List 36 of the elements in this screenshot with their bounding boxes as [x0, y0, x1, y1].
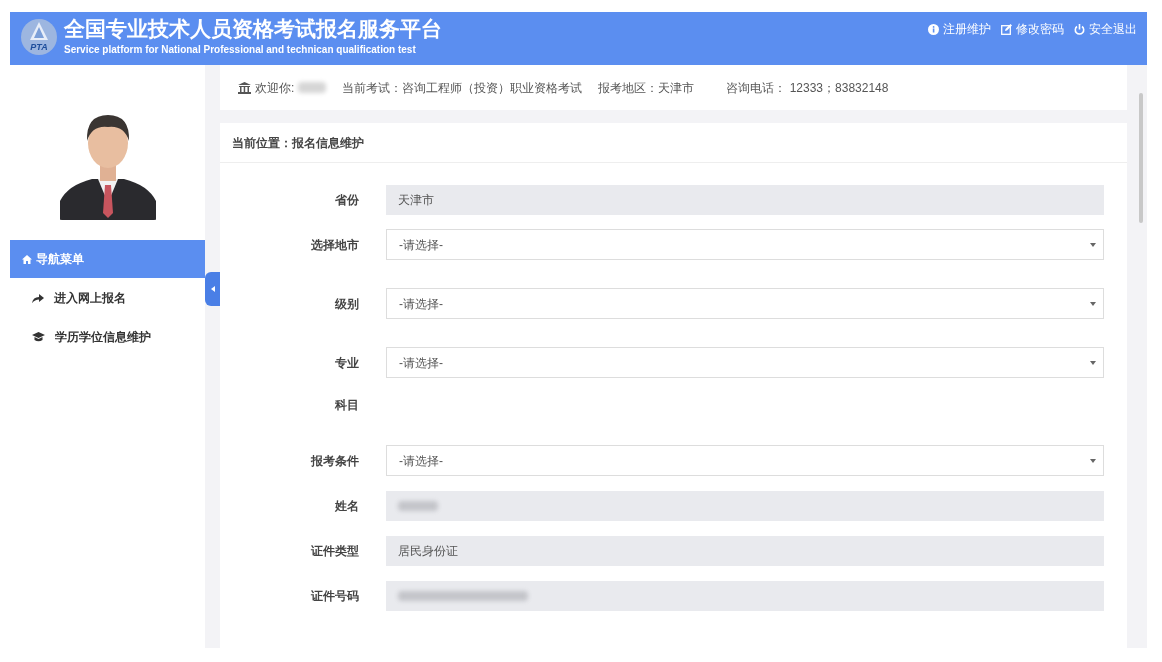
- logo-icon: PTA: [20, 18, 58, 56]
- caret-icon: [1090, 242, 1096, 247]
- info-icon: [928, 23, 939, 35]
- readonly-field: 居民身份证: [386, 535, 1104, 566]
- share-arrow-icon: [32, 292, 44, 303]
- site-subtitle: Service platform for National Professional and technican qualification test: [64, 43, 417, 57]
- caret-icon: [1090, 360, 1096, 365]
- field-label: 选择地市: [310, 236, 359, 254]
- breadcrumb: 当前位置：报名信息维护: [232, 134, 364, 152]
- field-label: 证件号码: [310, 587, 359, 605]
- field-label: 级别: [334, 295, 359, 313]
- home-icon: [22, 254, 32, 264]
- graduation-cap-icon: [32, 331, 45, 342]
- caret-icon: [1090, 301, 1096, 306]
- info-text: 当前考试：咨询工程师（投资）职业资格考试: [342, 79, 583, 97]
- site-title: 全国专业技术人员资格考试报名服务平台: [64, 16, 442, 42]
- field-label: 报考条件: [310, 452, 359, 470]
- select-field[interactable]: -请选择-: [386, 288, 1104, 319]
- welcome-label: 欢迎你:: [255, 79, 295, 97]
- bank-icon: [238, 81, 251, 94]
- field-label: 姓名: [334, 497, 359, 515]
- field-label: 专业: [334, 354, 359, 372]
- power-icon: [1074, 23, 1085, 35]
- edit-icon: [1001, 23, 1012, 35]
- select-field[interactable]: -请选择-: [386, 347, 1104, 378]
- info-text: 报考地区：天津市: [598, 79, 695, 97]
- select-field[interactable]: -请选择-: [386, 229, 1104, 260]
- collapse-tab[interactable]: [205, 272, 220, 306]
- field-label: 省份: [334, 191, 359, 209]
- select-field[interactable]: -请选择-: [386, 445, 1104, 476]
- info-text: 咨询电话： 12333；83832148: [726, 79, 889, 97]
- field-label: 科目: [334, 396, 359, 414]
- field-label: 证件类型: [310, 542, 359, 560]
- readonly-field: 天津市: [386, 184, 1104, 215]
- caret-icon: [1090, 458, 1096, 463]
- caret-icon: [210, 286, 215, 292]
